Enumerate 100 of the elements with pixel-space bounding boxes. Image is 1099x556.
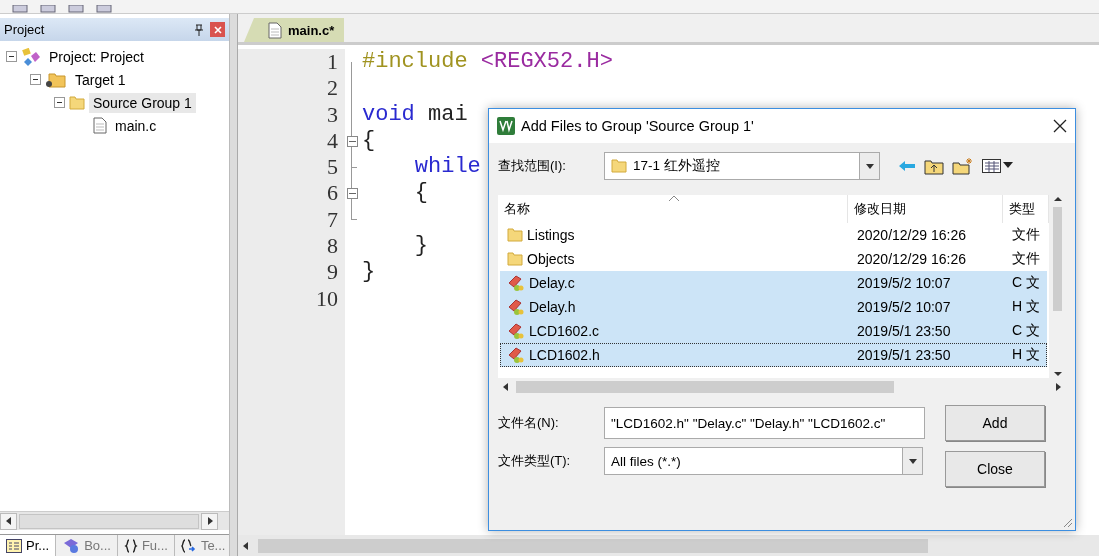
tree-item[interactable]: Project: Project: [45, 46, 148, 67]
up-arrow-icon[interactable]: [1053, 195, 1062, 203]
panel-tab[interactable]: Fu...: [117, 535, 175, 556]
code-line: #include <REGX52.H>: [362, 49, 613, 76]
line-number: 7: [326, 206, 339, 234]
file-type: C 文: [1012, 274, 1040, 292]
tree-item[interactable]: Target 1: [71, 69, 130, 90]
resize-grip-icon[interactable]: [1063, 518, 1073, 528]
braces-icon: [123, 538, 138, 553]
panel-title: Project: [4, 22, 46, 37]
file-date: 2020/12/29 16:26: [857, 251, 966, 267]
panel-tab[interactable]: Pr...: [0, 535, 57, 556]
left-arrow-icon[interactable]: [4, 517, 13, 525]
app-icon: [497, 117, 515, 135]
file-type-dropdown[interactable]: All files (*.*): [604, 447, 923, 475]
code-line: {: [413, 180, 428, 207]
line-number: 10: [315, 285, 339, 312]
file-row[interactable]: Delay.c 2019/5/2 10:07 C 文: [500, 271, 1047, 295]
folder-icon: [611, 158, 627, 174]
file-date: 2019/5/1 23:50: [857, 323, 951, 339]
line-number: 3: [326, 101, 339, 128]
file-date: 2019/5/1 23:50: [857, 347, 951, 363]
file-type: C 文: [1012, 322, 1040, 340]
tree-item[interactable]: main.c: [111, 115, 161, 136]
collapse-icon[interactable]: [6, 51, 17, 62]
file-row[interactable]: LCD1602.h 2019/5/1 23:50 H 文: [500, 343, 1047, 367]
collapse-icon[interactable]: [30, 74, 41, 85]
file-name: Delay.c: [529, 275, 575, 291]
folder-icon: [507, 251, 523, 267]
editor-tab[interactable]: main.c*: [244, 18, 344, 42]
dialog-button[interactable]: Close: [945, 451, 1045, 487]
file-type-label: 文件类型(T):: [498, 452, 572, 470]
code-line: void mai: [362, 101, 468, 128]
caret-icon[interactable]: [908, 457, 917, 465]
file-date: 2019/5/2 10:07: [857, 299, 951, 315]
code-line: }: [413, 233, 428, 260]
sort-icon: [668, 195, 680, 202]
file-name: LCD1602.c: [529, 323, 600, 339]
file-name-label: 文件名(N):: [498, 414, 560, 432]
file-date: 2020/12/29 16:26: [857, 227, 966, 243]
source-file-icon: [507, 322, 525, 340]
line-number: 1: [326, 49, 339, 76]
line-number: 9: [326, 259, 339, 286]
view-menu-icon[interactable]: [982, 158, 1014, 174]
look-in-label: 查找范围(I):: [498, 157, 567, 175]
dialog-button[interactable]: Add: [945, 405, 1045, 441]
file-date: 2019/5/2 10:07: [857, 275, 951, 291]
file-type: 文件: [1012, 226, 1040, 244]
scrollbar-thumb[interactable]: [19, 513, 199, 529]
document-icon: [268, 21, 282, 39]
project-icon: [21, 47, 41, 66]
file-name: LCD1602.h: [529, 347, 600, 363]
line-number: 8: [326, 233, 339, 260]
folder-icon: [45, 71, 67, 88]
book-icon: [62, 537, 81, 554]
window-icon: [6, 538, 22, 553]
file-name: Delay.h: [529, 299, 576, 315]
new-folder-icon[interactable]: [952, 157, 974, 175]
file-type: H 文: [1012, 346, 1040, 364]
folder-icon: [507, 227, 523, 243]
tree-item[interactable]: Source Group 1: [89, 92, 196, 113]
look-in-dropdown[interactable]: 17-1 红外遥控: [604, 152, 880, 180]
scroll-right-button[interactable]: [201, 512, 218, 530]
close-icon[interactable]: [1053, 119, 1067, 133]
caret-icon[interactable]: [865, 162, 874, 170]
folder-icon: [69, 94, 85, 111]
file-name: Listings: [527, 227, 575, 243]
line-number: 4: [326, 127, 339, 155]
document-icon: [93, 117, 107, 134]
pin-icon[interactable]: [194, 23, 204, 36]
file-type: 文件: [1012, 250, 1040, 268]
source-file-icon: [507, 298, 525, 316]
dialog-title: Add Files to Group 'Source Group 1': [521, 118, 755, 134]
collapse-icon[interactable]: [54, 97, 65, 108]
fold-icon[interactable]: [346, 188, 358, 200]
file-name: Objects: [527, 251, 575, 267]
file-name-field[interactable]: "LCD1602.h" "Delay.c" "Delay.h" "LCD1602.c": [604, 407, 925, 439]
line-number: 5: [326, 154, 339, 181]
template-icon: [180, 538, 197, 553]
scroll-left-button[interactable]: [0, 512, 17, 530]
left-arrow-icon[interactable]: [502, 382, 510, 391]
down-arrow-icon[interactable]: [1053, 370, 1062, 378]
left-arrow-icon[interactable]: [242, 541, 250, 550]
panel-tab[interactable]: Bo...: [56, 535, 118, 556]
scrollbar-thumb[interactable]: [1053, 207, 1062, 311]
fold-icon[interactable]: [346, 135, 358, 147]
right-arrow-icon[interactable]: [205, 517, 214, 525]
code-line: {: [362, 127, 376, 155]
line-number: 2: [326, 75, 339, 102]
source-file-icon: [507, 274, 525, 292]
line-number: 6: [326, 180, 339, 207]
scrollbar-thumb[interactable]: [516, 380, 894, 393]
scrollbar-thumb[interactable]: [258, 538, 928, 553]
up-folder-icon[interactable]: [924, 157, 944, 175]
code-line: while: [413, 154, 481, 181]
file-row[interactable]: LCD1602.c 2019/5/1 23:50 C 文: [500, 319, 1047, 343]
source-file-icon: [507, 346, 525, 364]
code-line: }: [362, 259, 376, 286]
right-arrow-icon[interactable]: [1054, 382, 1062, 391]
file-row[interactable]: Delay.h 2019/5/2 10:07 H 文: [500, 295, 1047, 319]
